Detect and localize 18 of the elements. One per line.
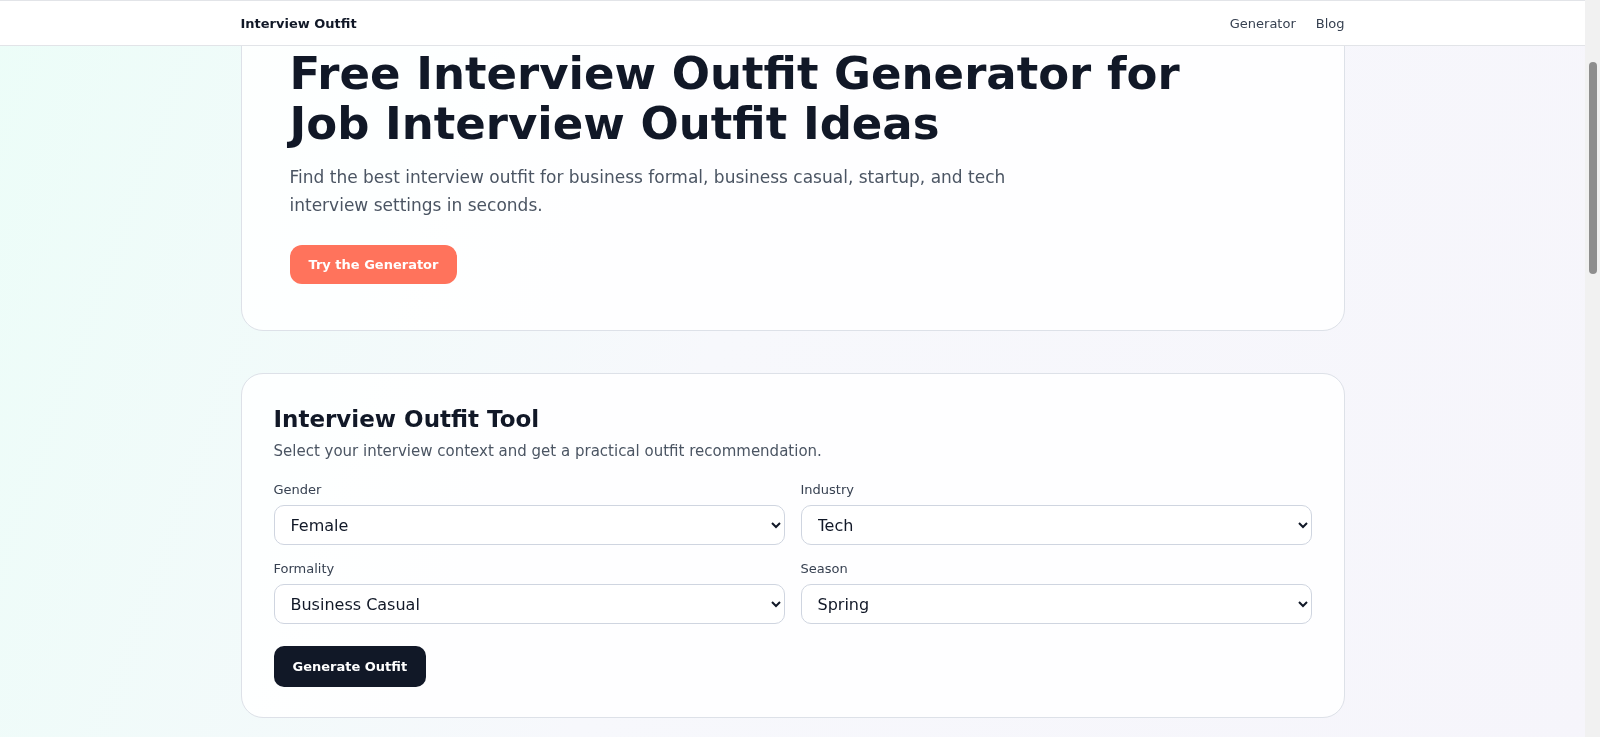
- field-label: Gender: [273, 482, 323, 497]
- field-label: Formality: [273, 561, 336, 576]
- hero-subtitle: Find the best interview outfit for business formal, business casual, startup, and tech interview settings in seconds.: [289, 166, 1007, 217]
- scrollbar-thumb[interactable]: [1588, 62, 1597, 274]
- tool-description: Select your interview context and get a practical outfit recommendation.: [273, 442, 823, 460]
- select-field[interactable]: Tech: [800, 505, 1312, 545]
- select-field[interactable]: Spring: [800, 584, 1312, 624]
- tool-title: Interview Outfit Tool: [273, 406, 541, 432]
- hero-title: Free Interview Outfit Generator for Job Interview Outfit Ideas: [289, 49, 1181, 149]
- nav-link[interactable]: Blog: [1315, 15, 1345, 31]
- field-label: Industry: [800, 482, 855, 497]
- scrollbar[interactable]: [1585, 0, 1600, 737]
- nav-link[interactable]: Generator: [1229, 15, 1296, 31]
- site-brand[interactable]: Interview Outfit: [240, 15, 357, 31]
- generate-outfit-button[interactable]: Generate Outfit: [273, 646, 427, 687]
- select-field[interactable]: Female: [273, 505, 785, 545]
- select-field[interactable]: Business Casual: [273, 584, 785, 624]
- field-label: Season: [800, 561, 849, 576]
